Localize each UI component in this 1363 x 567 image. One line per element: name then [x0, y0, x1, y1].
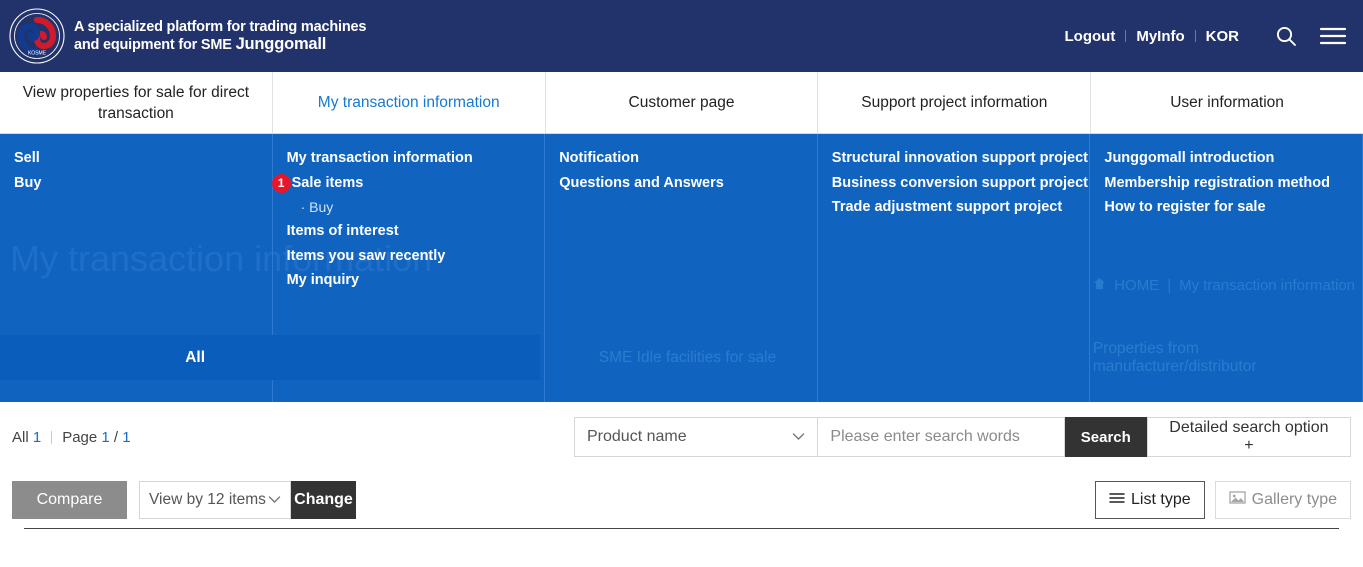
compare-button[interactable]: Compare: [12, 481, 127, 519]
mega-link-sale-items-label: Sale items: [291, 174, 364, 191]
change-button[interactable]: Change: [291, 481, 356, 519]
count-divider: [51, 430, 53, 444]
mega-link-trade-adjustment[interactable]: Trade adjustment support project: [832, 195, 1090, 220]
myinfo-link[interactable]: MyInfo: [1126, 28, 1194, 45]
chevron-down-icon: [792, 428, 805, 446]
mega-link-questions-and-answers[interactable]: Questions and Answers: [559, 171, 817, 196]
search-input[interactable]: [818, 417, 1065, 457]
content-area: All 1 Page 1 / 1 Product name Search Det…: [0, 402, 1363, 529]
mega-col-support-project: Structural innovation support project Bu…: [818, 134, 1091, 402]
search-icon[interactable]: [1275, 25, 1297, 47]
results-summary-row: All 1 Page 1 / 1 Product name Search Det…: [12, 402, 1352, 472]
mega-link-how-to-register-for-sale[interactable]: How to register for sale: [1104, 195, 1362, 220]
nav-support-project-information[interactable]: Support project information: [818, 72, 1092, 133]
mega-link-sale-items[interactable]: 1 Sale items: [271, 171, 545, 196]
mega-link-items-you-saw-recently[interactable]: Items you saw recently: [287, 244, 545, 269]
nav-direct-transaction[interactable]: View properties for sale for direct tran…: [0, 72, 273, 133]
list-toolbar-row: Compare View by 12 items Change List typ…: [12, 472, 1351, 528]
tagline-line-2: and equipment for SME Junggomall: [74, 34, 327, 53]
view-type-group: List type Gallery type: [1095, 481, 1351, 519]
all-count-group: All 1: [12, 429, 41, 446]
search-category-select[interactable]: Product name: [574, 417, 819, 457]
chevron-down-icon: [268, 491, 281, 509]
mega-link-business-conversion[interactable]: Business conversion support project: [832, 171, 1090, 196]
hamburger-menu-icon[interactable]: [1319, 25, 1347, 47]
list-type-label: List type: [1131, 491, 1191, 508]
image-gallery-icon: [1228, 490, 1246, 510]
brand-block[interactable]: KOSME A specialized platform for trading…: [0, 7, 366, 65]
brand-name: Junggomall: [235, 34, 327, 53]
items-per-page-value: View by 12 items: [149, 491, 266, 508]
mega-menu-panel: My transaction information HOME | My tra…: [0, 134, 1363, 402]
result-count-info: All 1 Page 1 / 1: [12, 429, 131, 446]
page-total-value: 1: [122, 428, 131, 446]
search-button[interactable]: Search: [1064, 417, 1147, 457]
search-category-value: Product name: [587, 428, 687, 445]
mega-link-structural-innovation[interactable]: Structural innovation support project: [832, 146, 1090, 171]
mega-sublink-buy[interactable]: Buy: [287, 195, 545, 219]
brand-tagline: A specialized platform for trading machi…: [74, 19, 366, 54]
mega-link-sell[interactable]: Sell: [14, 146, 272, 171]
status-badge: 1: [271, 173, 291, 193]
svg-text:KOSME: KOSME: [28, 51, 47, 57]
all-count-value: 1: [32, 428, 42, 446]
tagline-line-1: A specialized platform for trading machi…: [74, 18, 367, 35]
mega-link-junggomall-introduction[interactable]: Junggomall introduction: [1104, 146, 1362, 171]
nav-customer-page[interactable]: Customer page: [546, 72, 819, 133]
nav-user-information[interactable]: User information: [1091, 72, 1363, 133]
site-header: KOSME A specialized platform for trading…: [0, 0, 1363, 72]
all-label: All: [12, 428, 29, 446]
mega-col-user-information: Junggomall introduction Membership regis…: [1090, 134, 1363, 402]
mega-link-membership-registration[interactable]: Membership registration method: [1104, 171, 1362, 196]
detailed-search-option-button[interactable]: Detailed search option +: [1146, 417, 1352, 457]
page-divider-slash: /: [113, 428, 119, 446]
mega-link-notification[interactable]: Notification: [559, 146, 817, 171]
language-kor-link[interactable]: KOR: [1196, 28, 1249, 45]
items-per-page-select[interactable]: View by 12 items: [139, 481, 291, 519]
page-info-group: Page 1 / 1: [62, 429, 130, 446]
mega-link-my-transaction-information[interactable]: My transaction information: [287, 146, 545, 171]
gallery-type-button[interactable]: Gallery type: [1214, 481, 1351, 519]
main-navigation: View properties for sale for direct tran…: [0, 72, 1363, 134]
mega-col-customer-page: Notification Questions and Answers: [545, 134, 818, 402]
kosme-korea-sme-agency-logo-icon[interactable]: KOSME: [8, 7, 66, 65]
header-utility-nav: Logout MyInfo KOR: [1055, 0, 1349, 72]
gallery-type-label: Gallery type: [1251, 491, 1337, 508]
logout-link[interactable]: Logout: [1055, 28, 1126, 45]
page-current-value: 1: [101, 428, 110, 446]
mega-link-my-inquiry[interactable]: My inquiry: [287, 268, 545, 293]
mega-link-buy[interactable]: Buy: [14, 171, 272, 196]
list-type-button[interactable]: List type: [1095, 481, 1205, 519]
mega-link-items-of-interest[interactable]: Items of interest: [287, 219, 545, 244]
page-label: Page: [62, 428, 98, 446]
search-bar: Product name Search Detailed search opti…: [574, 417, 1352, 457]
mega-col-direct-transaction: Sell Buy: [0, 134, 273, 402]
section-divider: [24, 528, 1339, 529]
nav-my-transaction-information[interactable]: My transaction information: [273, 72, 546, 133]
mega-col-my-transaction: My transaction information 1 Sale items …: [271, 134, 546, 402]
list-lines-icon: [1109, 491, 1125, 510]
